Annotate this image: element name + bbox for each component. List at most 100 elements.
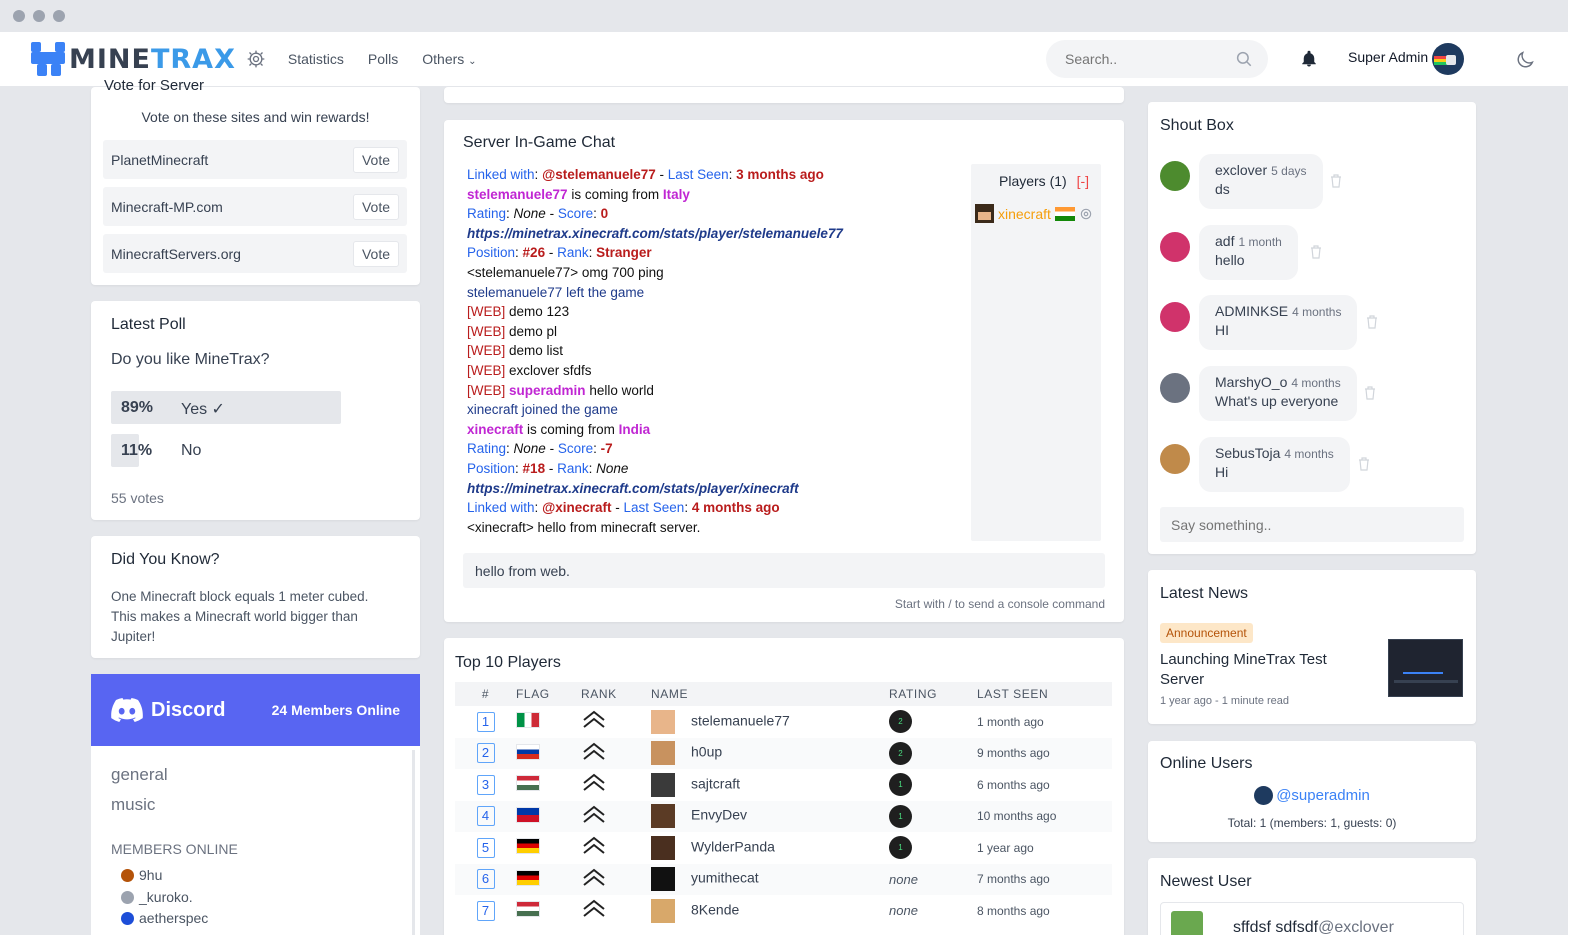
chat-token: 0	[600, 206, 609, 222]
players-toggle[interactable]: [-]	[1077, 173, 1089, 189]
flag-icon	[1054, 206, 1075, 221]
discord-scrollbar[interactable]	[412, 750, 415, 935]
table-row[interactable]: 3 sajtcraft 1 6 months ago	[455, 769, 1112, 801]
bell-icon[interactable]	[1300, 50, 1318, 68]
trash-icon[interactable]	[1366, 315, 1378, 329]
chat-token: Position	[467, 245, 516, 261]
avatar[interactable]	[1160, 373, 1190, 403]
chat-token: Rank	[557, 245, 589, 261]
window-dot[interactable]	[33, 10, 45, 22]
chat-line: Position: #18 - Rank: None	[467, 460, 629, 476]
table-row[interactable]: 2 h0up 2 9 months ago	[455, 737, 1112, 769]
table-row[interactable]: 1 stelemanuele77 2 1 month ago	[455, 706, 1112, 738]
table-row[interactable]: 5 WylderPanda 1 1 year ago	[455, 832, 1112, 864]
window-dot[interactable]	[53, 10, 65, 22]
player-row[interactable]: xinecraft	[975, 204, 1093, 223]
news-thumbnail[interactable]	[1388, 639, 1463, 697]
rank-icon	[583, 805, 605, 823]
poll-option-label: Yes ✓	[181, 401, 225, 418]
col-header: RANK	[581, 682, 651, 706]
vote-button[interactable]: Vote	[352, 240, 399, 267]
chat-link[interactable]: https://minetrax.xinecraft.com/stats/pla…	[467, 481, 799, 496]
avatar[interactable]	[1160, 302, 1190, 332]
nav-link-statistics[interactable]: Statistics	[288, 51, 344, 67]
chat-input[interactable]	[463, 553, 1105, 588]
trash-icon[interactable]	[1310, 245, 1322, 259]
avatar[interactable]	[1160, 444, 1190, 474]
player-name[interactable]: WylderPanda	[691, 838, 775, 854]
chat-token: is coming from	[571, 186, 660, 202]
gear-icon[interactable]	[246, 49, 266, 69]
chat-link[interactable]: https://minetrax.xinecraft.com/stats/pla…	[467, 226, 843, 241]
vote-site-row: PlanetMinecraft Vote	[103, 140, 407, 179]
gear-icon[interactable]	[1079, 207, 1093, 221]
center-top-card	[444, 87, 1124, 103]
table-row[interactable]: 4 EnvyDev 1 10 months ago	[455, 800, 1112, 832]
vote-button[interactable]: Vote	[352, 146, 399, 173]
table-row[interactable]: 7 8Kende none 8 months ago	[455, 895, 1112, 927]
avatar	[651, 867, 675, 892]
trash-icon[interactable]	[1358, 457, 1370, 471]
did-you-know-text: One Minecraft block equals 1 meter cubed…	[111, 589, 369, 644]
discord-member[interactable]: aetherspec	[121, 910, 208, 926]
user-name[interactable]: Super Admin	[1348, 49, 1428, 65]
trash-icon[interactable]	[1330, 174, 1342, 188]
flag-icon	[516, 712, 540, 729]
nav-link-others[interactable]: Others ⌄	[422, 51, 476, 67]
shout-user[interactable]: MarshyO_o	[1215, 374, 1287, 390]
window-chrome	[0, 0, 1568, 32]
table-row[interactable]: 6 yumithecat none 7 months ago	[455, 863, 1112, 895]
shout-time: 5 days	[1271, 164, 1307, 178]
avatar	[121, 890, 134, 904]
col-header: NAME	[651, 682, 889, 706]
trash-icon[interactable]	[1364, 386, 1376, 400]
avatar[interactable]	[1160, 161, 1190, 191]
player-name[interactable]: sajtcraft	[691, 775, 740, 791]
newest-user-fullname: sffdsf sdfsdf	[1233, 919, 1319, 935]
table-header-row: # FLAG RANK NAME RATING LAST SEEN	[455, 682, 1112, 706]
chat-token: Last Seen	[623, 500, 685, 516]
vote-site-name[interactable]: MinecraftServers.org	[111, 246, 241, 262]
logo[interactable]: MINETRAX	[31, 42, 236, 76]
shout-user[interactable]: adf	[1215, 233, 1234, 249]
discord-member[interactable]: _kuroko.	[121, 889, 193, 905]
vote-site-name[interactable]: Minecraft-MP.com	[111, 199, 223, 215]
newest-user-box[interactable]: sffdsf sdfsdf@exclover	[1160, 902, 1464, 935]
avatar	[1171, 911, 1203, 935]
nav-link-polls[interactable]: Polls	[368, 51, 398, 67]
avatar	[1254, 786, 1274, 805]
vote-site-name[interactable]: PlanetMinecraft	[111, 152, 208, 168]
chat-token: Position	[467, 460, 516, 476]
discord-member[interactable]: 9hu	[121, 867, 162, 883]
avatar[interactable]	[1160, 232, 1190, 262]
discord-channel[interactable]: music	[111, 795, 155, 815]
player-name[interactable]: stelemanuele77	[691, 712, 790, 728]
chat-token: [WEB]	[467, 343, 506, 359]
window-dot[interactable]	[13, 10, 25, 22]
shout-user[interactable]: exclover	[1215, 162, 1267, 178]
player-name[interactable]: h0up	[691, 744, 722, 760]
top-navbar: MINETRAX Statistics Polls Others ⌄ Super…	[0, 32, 1568, 87]
news-headline[interactable]: Launching MineTrax Test Server	[1160, 650, 1360, 690]
player-name[interactable]: 8Kende	[691, 901, 739, 917]
discord-channel[interactable]: general	[111, 765, 168, 785]
chat-line: Rating: None - Score: 0	[467, 206, 609, 222]
discord-logo[interactable]: Discord	[111, 698, 225, 722]
last-seen: 1 month ago	[977, 706, 1112, 738]
col-header: LAST SEEN	[977, 682, 1112, 706]
chat-line: Rating: None - Score: -7	[467, 441, 613, 457]
player-name[interactable]: EnvyDev	[691, 807, 747, 823]
shout-user[interactable]: ADMINKSE	[1215, 303, 1288, 319]
chat-token: Score	[557, 441, 594, 457]
avatar[interactable]	[1432, 43, 1464, 75]
moon-icon[interactable]	[1514, 49, 1536, 71]
online-user[interactable]: @superadmin	[1148, 786, 1476, 805]
shout-user[interactable]: SebusToja	[1215, 445, 1280, 461]
search-icon[interactable]	[1235, 50, 1253, 68]
shout-input[interactable]	[1160, 507, 1464, 542]
vote-button[interactable]: Vote	[352, 193, 399, 220]
shout-bubble: SebusToja 4 months Hi	[1199, 437, 1350, 492]
shout-bubble: ADMINKSE 4 months HI	[1199, 295, 1358, 350]
chat-line: https://minetrax.xinecraft.com/stats/pla…	[467, 479, 957, 499]
player-name[interactable]: yumithecat	[691, 870, 759, 886]
